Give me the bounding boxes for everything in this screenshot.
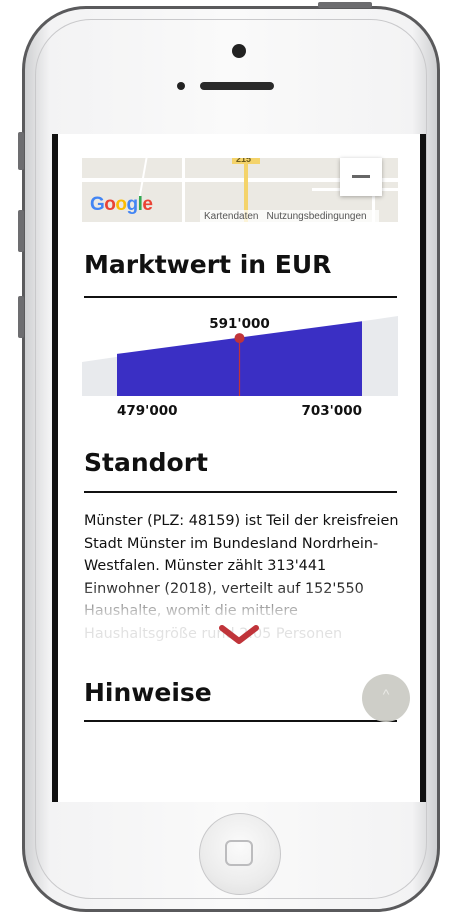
scroll-to-top-button[interactable]: ^ bbox=[362, 674, 410, 722]
volume-up-button bbox=[18, 210, 24, 252]
road-number-label: 215 bbox=[236, 158, 252, 164]
home-button-icon bbox=[225, 840, 253, 866]
standort-divider bbox=[84, 491, 397, 493]
chart-low-label: 479'000 bbox=[117, 403, 178, 419]
chart-mid-label: 591'000 bbox=[209, 316, 270, 332]
earpiece-speaker bbox=[200, 82, 274, 90]
chart-marker-dot bbox=[234, 333, 245, 344]
map-attribution: Kartendaten Nutzungsbedingungen bbox=[200, 210, 379, 222]
minus-icon bbox=[352, 175, 370, 178]
marktwert-heading: Marktwert in EUR bbox=[84, 250, 332, 279]
proximity-sensor bbox=[177, 82, 185, 90]
zoom-out-button[interactable] bbox=[340, 158, 382, 196]
map-data-link[interactable]: Kartendaten bbox=[204, 211, 259, 222]
hinweise-divider bbox=[84, 720, 397, 722]
marktwert-divider bbox=[84, 296, 397, 298]
hinweise-heading: Hinweise bbox=[84, 678, 212, 707]
front-camera bbox=[232, 44, 246, 58]
market-value-chart: 591'000 479'000 703'000 bbox=[82, 316, 398, 419]
mute-switch bbox=[18, 132, 24, 170]
chart-high-label: 703'000 bbox=[302, 403, 363, 419]
volume-down-button bbox=[18, 296, 24, 338]
chevron-up-icon: ^ bbox=[382, 686, 390, 702]
power-button bbox=[318, 2, 372, 8]
standort-heading: Standort bbox=[84, 448, 208, 477]
google-logo: Google bbox=[90, 194, 153, 215]
chevron-down-icon[interactable] bbox=[218, 622, 260, 648]
map-terms-link[interactable]: Nutzungsbedingungen bbox=[267, 211, 367, 222]
